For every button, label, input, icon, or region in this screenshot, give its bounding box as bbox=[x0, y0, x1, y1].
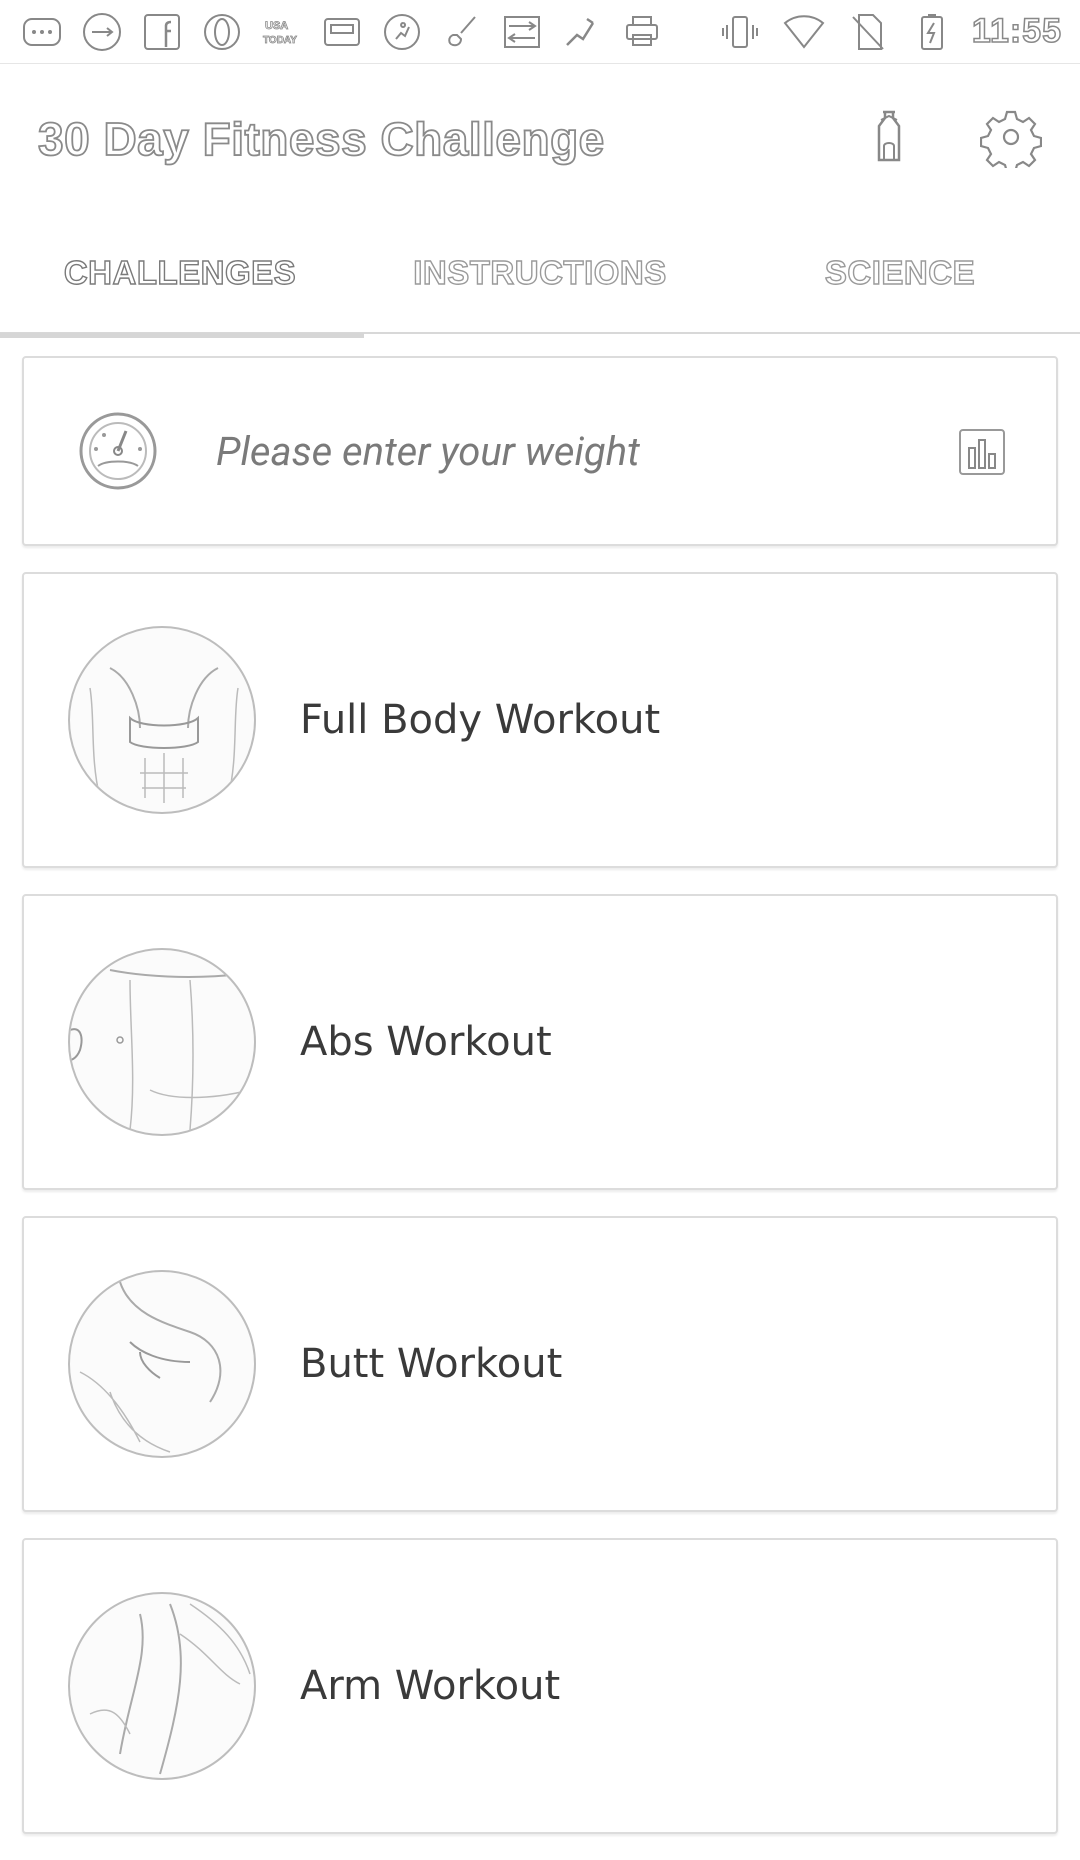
tab-instructions[interactable]: INSTRUCTIONS bbox=[360, 214, 720, 332]
svg-text:TODAY: TODAY bbox=[263, 35, 297, 46]
runner-icon bbox=[378, 8, 426, 56]
guitar-icon bbox=[438, 8, 486, 56]
opera-icon bbox=[198, 8, 246, 56]
weight-input[interactable]: Please enter your weight bbox=[216, 428, 640, 475]
workout-card-abs[interactable]: Abs Workout bbox=[22, 894, 1058, 1190]
status-bar: USA TODAY 11:55 bbox=[0, 0, 1080, 64]
workout-card-arm[interactable]: Arm Workout bbox=[22, 1538, 1058, 1834]
arm-image bbox=[68, 1592, 256, 1780]
workout-title: Arm Workout bbox=[300, 1663, 561, 1709]
app-bar: 30 Day Fitness Challenge bbox=[0, 64, 1080, 214]
facebook-icon bbox=[138, 8, 186, 56]
usa-today-icon: USA TODAY bbox=[258, 8, 306, 56]
notification-icons: USA TODAY bbox=[18, 8, 666, 56]
vibrate-icon bbox=[716, 8, 764, 56]
workout-title: Full Body Workout bbox=[300, 697, 661, 743]
weight-card[interactable]: Please enter your weight bbox=[22, 356, 1058, 546]
water-bottle-icon[interactable] bbox=[858, 106, 920, 172]
usb-icon bbox=[78, 8, 126, 56]
tab-challenges[interactable]: CHALLENGES bbox=[0, 214, 364, 338]
fitness-icon bbox=[558, 8, 606, 56]
battery-icon bbox=[908, 8, 956, 56]
printer-icon bbox=[618, 8, 666, 56]
challenge-list: Please enter your weight Full Body Worko… bbox=[22, 356, 1058, 1860]
more-icon bbox=[18, 8, 66, 56]
workout-card-full-body[interactable]: Full Body Workout bbox=[22, 572, 1058, 868]
transfer-icon bbox=[498, 8, 546, 56]
scale-icon bbox=[79, 412, 157, 490]
bar-chart-icon[interactable] bbox=[958, 428, 1006, 476]
full-body-image bbox=[68, 626, 256, 814]
app-title: 30 Day Fitness Challenge bbox=[37, 112, 605, 166]
status-time: 11:55 bbox=[971, 11, 1062, 51]
settings-gear-icon[interactable] bbox=[979, 106, 1043, 174]
workout-title: Abs Workout bbox=[300, 1019, 552, 1065]
abs-image bbox=[68, 948, 256, 1136]
no-sim-icon bbox=[844, 8, 892, 56]
cassette-icon bbox=[318, 8, 366, 56]
workout-title: Butt Workout bbox=[300, 1341, 563, 1387]
svg-text:USA: USA bbox=[265, 20, 288, 32]
butt-image bbox=[68, 1270, 256, 1458]
tab-science[interactable]: SCIENCE bbox=[720, 214, 1080, 332]
workout-card-butt[interactable]: Butt Workout bbox=[22, 1216, 1058, 1512]
wifi-icon bbox=[780, 8, 828, 56]
tab-bar: CHALLENGES INSTRUCTIONS SCIENCE bbox=[0, 214, 1080, 338]
